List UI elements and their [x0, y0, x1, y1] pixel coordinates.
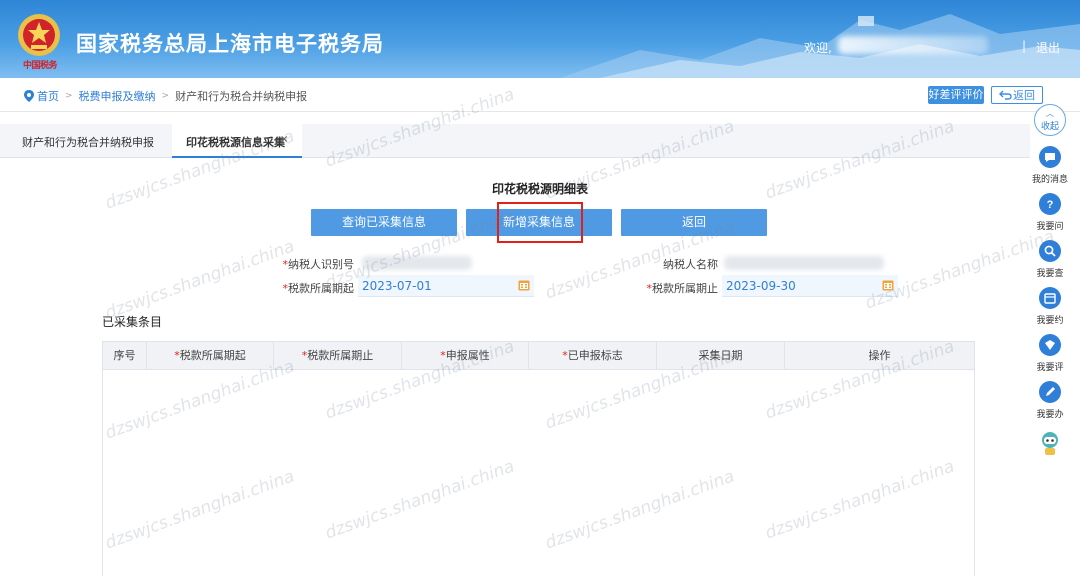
- brand-script-logo: 中国税务: [22, 61, 58, 71]
- breadcrumb-separator: >: [161, 91, 170, 101]
- period-start-label: *税款所属期起: [282, 282, 355, 295]
- back-button-top[interactable]: 返回: [991, 86, 1043, 104]
- chat-icon: [1045, 153, 1055, 162]
- logout-link[interactable]: 退出: [1036, 39, 1060, 56]
- taxpayer-id-label: *纳税人识别号: [282, 258, 355, 271]
- search-icon: [1044, 245, 1056, 257]
- sidebar-item-handle[interactable]: 我要办: [1030, 381, 1070, 420]
- chevron-up-icon: ︿: [1046, 109, 1054, 118]
- taxpayer-id-value-redacted: [362, 256, 472, 270]
- sidebar-item-ask[interactable]: ? 我要问: [1030, 193, 1070, 232]
- sidebar-item-search[interactable]: 我要查: [1030, 240, 1070, 279]
- breadcrumb: 首页 > 税费申报及缴纳 > 财产和行为税合并纳税申报: [24, 88, 307, 104]
- column-header-index: 序号: [103, 342, 147, 370]
- return-button[interactable]: 返回: [621, 209, 767, 236]
- calendar-icon[interactable]: [518, 279, 530, 291]
- taxpayer-name-value-redacted: [724, 256, 884, 270]
- pen-icon: [1046, 387, 1055, 396]
- breadcrumb-separator: >: [65, 91, 73, 101]
- robot-assistant-icon: [1042, 432, 1058, 455]
- sidebar-item-appointment[interactable]: 我要约: [1030, 287, 1070, 326]
- period-end-label: *税款所属期止: [646, 282, 719, 295]
- table-header-row: 序号 *税款所属期起 *税款所属期止 *申报属性 *已申报标志 采集日期 操作: [103, 342, 974, 370]
- rate-service-button[interactable]: 好差评评价: [928, 86, 984, 104]
- user-name-redacted: [838, 36, 988, 54]
- column-header-period-start: *税款所属期起: [147, 342, 274, 370]
- back-button-label: 返回: [1013, 89, 1035, 102]
- column-header-declaration-attribute: *申报属性: [402, 342, 529, 370]
- tab-combined-declaration[interactable]: 财产和行为税合并纳税申报: [22, 124, 154, 158]
- rate-icon: [1045, 340, 1055, 350]
- breadcrumb-current: 财产和行为税合并纳税申报: [175, 90, 308, 103]
- column-header-declared-flag: *已申报标志: [529, 342, 657, 370]
- period-start-value: 2023-07-01: [362, 279, 432, 293]
- tab-label: 印花税税源信息采集: [186, 136, 285, 149]
- sidebar-robot-assistant[interactable]: [1030, 430, 1070, 461]
- sidebar-item-rate[interactable]: 我要评: [1030, 334, 1070, 373]
- question-icon: ?: [1047, 199, 1054, 211]
- highlight-annotation-box: [497, 202, 583, 243]
- svg-text:?: ?: [1047, 199, 1054, 211]
- period-end-value: 2023-09-30: [726, 279, 796, 293]
- location-pin-icon: [24, 90, 34, 102]
- calendar-icon[interactable]: [882, 279, 894, 291]
- period-start-date-field[interactable]: 2023-07-01: [358, 275, 534, 297]
- site-header: 中国税务 国家税务总局上海市电子税务局 欢迎, | 退出: [0, 0, 1080, 78]
- collapse-sidebar-button[interactable]: ︿ 收起: [1034, 104, 1066, 136]
- column-header-operation: 操作: [868, 349, 891, 362]
- column-header-collection-date: 采集日期: [657, 342, 785, 370]
- collected-items-table: 序号 *税款所属期起 *税款所属期止 *申报属性 *已申报标志 采集日期 操作: [102, 341, 975, 576]
- return-arrow-icon: [999, 90, 1012, 100]
- breadcrumb-tax-declaration[interactable]: 税费申报及缴纳: [79, 88, 156, 104]
- breadcrumb-home[interactable]: 首页: [37, 88, 59, 104]
- query-collected-button[interactable]: 查询已采集信息: [311, 209, 457, 236]
- header-separator: |: [1022, 39, 1027, 53]
- tab-stamp-tax-collection[interactable]: 印花税税源信息采集 ×: [172, 124, 302, 158]
- right-service-sidebar: ︿ 收起 我的消息 ? 我要问 我要查 我要约 我要评 我要办: [1030, 104, 1070, 474]
- period-end-date-field[interactable]: 2023-09-30: [722, 275, 898, 297]
- national-emblem-icon: [18, 14, 60, 56]
- taxpayer-name-label: 纳税人名称: [663, 258, 718, 271]
- welcome-text: 欢迎,: [804, 41, 832, 55]
- sidebar-item-messages[interactable]: 我的消息: [1030, 146, 1070, 185]
- calendar-icon: [1044, 293, 1056, 304]
- collapse-label: 收起: [1040, 122, 1059, 132]
- site-title: 国家税务总局上海市电子税务局: [76, 32, 384, 56]
- tab-strip: 财产和行为税合并纳税申报 印花税税源信息采集 ×: [0, 124, 1030, 158]
- breadcrumb-bar: 首页 > 税费申报及缴纳 > 财产和行为税合并纳税申报: [0, 78, 1080, 112]
- close-icon[interactable]: ×: [280, 121, 288, 159]
- column-header-period-end: *税款所属期止: [274, 342, 402, 370]
- watermark: dzswjcs.shanghai.china: [862, 226, 1058, 314]
- page-title: 印花税税源明细表: [491, 182, 588, 196]
- collected-items-section-title: 已采集条目: [102, 315, 163, 329]
